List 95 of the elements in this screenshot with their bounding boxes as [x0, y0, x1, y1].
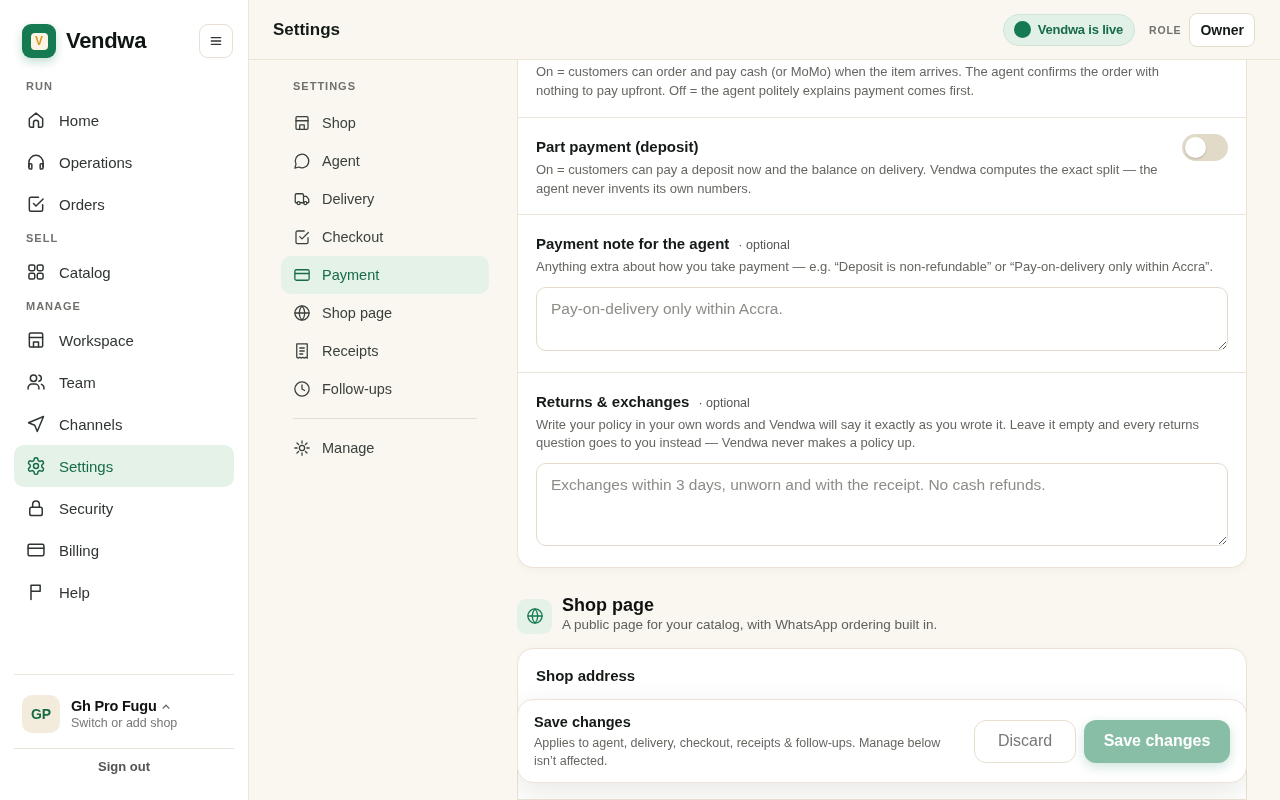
sidebar-item-label: Team [59, 373, 96, 391]
chevron-up-icon[interactable] [160, 702, 171, 710]
settings-nav-item[interactable]: Agent [281, 142, 489, 180]
save-bar-description: Applies to agent, delivery, checkout, receipts & follow-ups. Manage below isn’t affected. [534, 735, 942, 770]
lock-icon [26, 498, 46, 518]
setting-description: On = customers can order and pay cash (or MoMo) when the item arrives. The agent confirms the order with nothing to pay upfront. Off = the agent politely explains payment comes first. [536, 63, 1160, 100]
sidebar-item[interactable]: Workspace [14, 319, 234, 361]
settings-nav-label: Manage [322, 440, 375, 456]
section-subtitle: A public page for your catalog, with WhatsApp ordering built in. [562, 615, 938, 634]
settings-nav-item[interactable]: Shop page [281, 294, 489, 332]
settings-nav-label: Shop page [322, 305, 393, 321]
section-label: MANAGE [25, 299, 82, 314]
sidebar-item-label: Operations [59, 153, 133, 171]
setting-title: Shop address [536, 666, 636, 684]
logo-letter: V [30, 32, 48, 50]
sidebar-item[interactable]: Team [14, 361, 234, 403]
settings-nav-label: Receipts [322, 343, 379, 359]
settings-nav-label: Delivery [322, 191, 375, 207]
settings-nav-item[interactable]: Shop [281, 104, 489, 142]
sidebar-item[interactable]: Home [14, 99, 234, 141]
text-area-field[interactable]: Pay-on-delivery only within Accra. [536, 286, 1228, 351]
sidebar-item[interactable]: Billing [14, 529, 234, 571]
sidebar-item[interactable]: Catalog [14, 251, 234, 293]
section-label: SELL [25, 231, 60, 246]
settings-nav-item[interactable]: Follow-ups [281, 370, 489, 408]
menu-button[interactable] [199, 24, 233, 58]
optional-tag: · optional [698, 395, 750, 410]
sidebar-item[interactable]: Operations [14, 141, 234, 183]
globe-icon [517, 598, 552, 634]
role-badge: Owner [1189, 12, 1255, 47]
sidebar-item-label: Orders [59, 195, 105, 213]
checkbox-icon [293, 228, 311, 246]
discard-button[interactable]: Discard [974, 719, 1076, 763]
avatar-initials: GP [22, 695, 60, 733]
headphones-icon [26, 152, 46, 172]
clock-icon [293, 380, 311, 398]
users-icon [26, 372, 46, 392]
grid-icon [26, 262, 46, 282]
sidebar-item-label: Workspace [59, 331, 134, 349]
settings-nav-label: Payment [322, 267, 380, 283]
settings-nav-item[interactable]: Payment [281, 256, 489, 294]
home-icon [26, 110, 46, 130]
sidebar-item[interactable]: Help [14, 571, 234, 613]
toggle-switch[interactable] [1182, 134, 1228, 161]
sidebar-item[interactable]: Channels [14, 403, 234, 445]
sidebar-item-label: Settings [59, 457, 114, 475]
page-title: Settings [273, 19, 341, 40]
settings-nav-label: Follow-ups [322, 381, 393, 397]
truck-icon [293, 190, 311, 208]
setting-description: Anything extra about how you take payment — e.g. “Deposit is non-refundable” or “Pay-on-delivery only within Accra”. [536, 258, 1215, 276]
settings-nav-label: Checkout [322, 229, 384, 245]
store-icon [26, 330, 46, 350]
section-title: Shop page [562, 593, 655, 616]
sidebar-item-label: Billing [59, 541, 100, 559]
store-icon [293, 114, 311, 132]
sidebar-item[interactable]: Security [14, 487, 234, 529]
settings-nav-label: Shop [322, 115, 356, 131]
sidebar-item-label: Home [59, 111, 99, 129]
account-name[interactable]: Gh Pro Fugu [71, 698, 157, 714]
setting-description: On = customers can pay a deposit now and the balance on delivery. Vendwa computes the exact split — the agent never invents its own numbers. [536, 161, 1159, 198]
text-area-field[interactable]: Exchanges within 3 days, unworn and with the receipt. No cash refunds. [536, 462, 1228, 546]
sidebar-item-label: Help [59, 583, 90, 601]
section-label: SETTINGS [292, 79, 357, 93]
status-dot-icon [1013, 21, 1031, 38]
sidebar-item-label: Security [59, 499, 114, 517]
receipt-icon [293, 342, 311, 360]
settings-nav-item[interactable]: Receipts [281, 332, 489, 370]
setting-description: Write your policy in your own words and Vendwa will say it exactly as you wrote it. Leave it empty and every returns question goes to you instead — Vendwa never makes a policy up. [536, 415, 1201, 452]
save-bar-title: Save changes [534, 713, 632, 732]
brand-name: Vendwa [66, 28, 147, 54]
settings-icon [26, 456, 46, 476]
section-label: RUN [25, 79, 54, 94]
setting-title: Payment note for the agent [536, 234, 730, 254]
setting-title: Returns & exchanges [536, 391, 690, 412]
chat-bubble-icon [293, 152, 311, 170]
sun-icon [293, 439, 311, 457]
credit-card-icon [293, 266, 311, 284]
sidebar-item[interactable]: Settings [14, 445, 234, 487]
optional-tag: · optional [738, 238, 790, 252]
sidebar-item-label: Catalog [59, 263, 111, 281]
sidebar-item[interactable]: Orders [14, 183, 234, 225]
status-label: Vendwa is live [1037, 22, 1124, 37]
settings-nav-item[interactable]: Delivery [281, 180, 489, 218]
sign-out-button[interactable]: Sign out [92, 756, 156, 777]
role-label: ROLE [1149, 23, 1182, 36]
settings-nav-item[interactable]: Checkout [281, 218, 489, 256]
setting-title: Part payment (deposit) [536, 137, 700, 157]
account-subtitle: Switch or add shop [71, 716, 178, 730]
sidebar-item-label: Channels [59, 415, 123, 433]
send-icon [26, 414, 46, 434]
settings-nav-label: Agent [322, 153, 360, 169]
credit-card-icon [26, 540, 46, 560]
globe-icon [293, 304, 311, 322]
checkbox-icon [26, 194, 46, 214]
settings-nav-item[interactable]: Manage [281, 429, 489, 467]
